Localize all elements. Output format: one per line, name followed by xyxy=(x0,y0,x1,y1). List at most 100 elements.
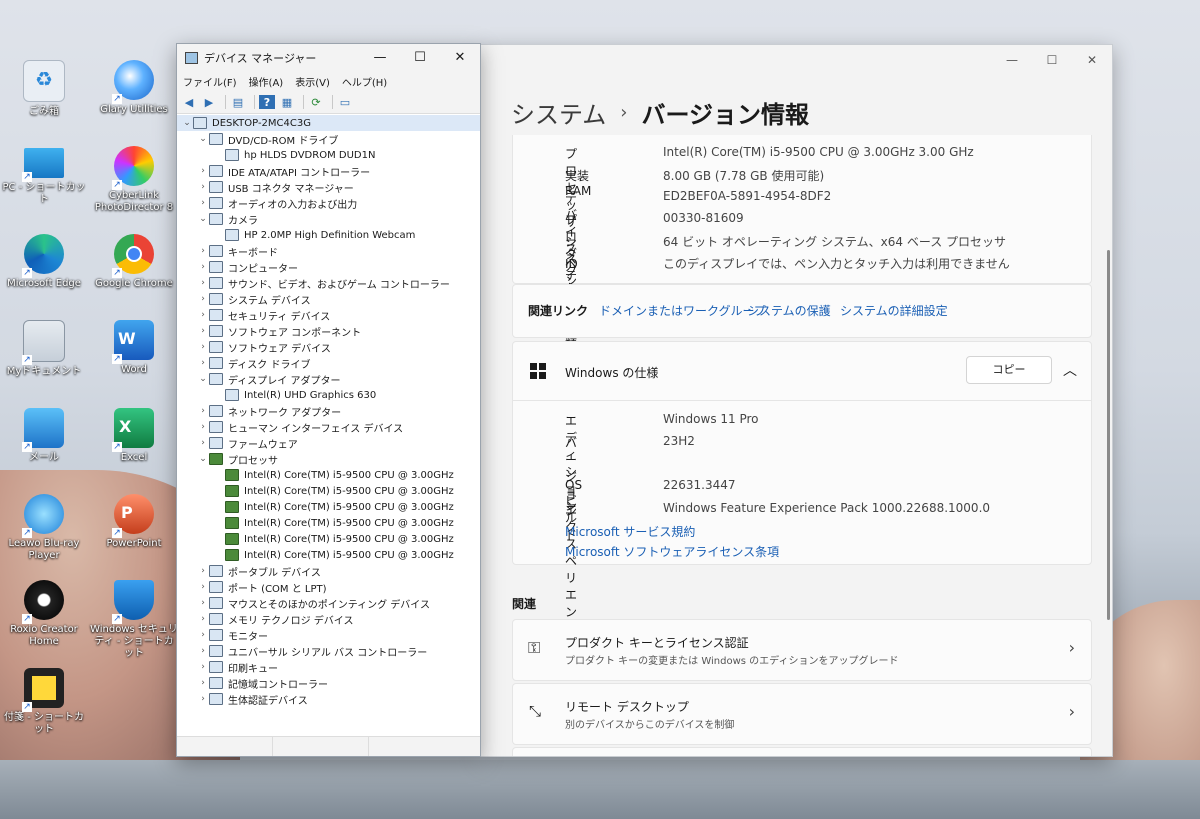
chevron-right-icon[interactable]: › xyxy=(197,582,209,592)
tree-device-node[interactable]: Intel(R) Core(TM) i5-9500 CPU @ 3.00GHz xyxy=(177,499,480,515)
tree-category-node[interactable]: ⌄ カメラ xyxy=(177,211,480,227)
chevron-right-icon[interactable]: › xyxy=(197,678,209,688)
menu-help[interactable]: ヘルプ(H) xyxy=(342,74,387,89)
related-item-remote-desktop[interactable]: ⤡ リモート デスクトップ 別のデバイスからこのデバイスを制御 › xyxy=(512,683,1092,745)
driver-icon[interactable]: ▦ xyxy=(279,95,295,109)
tree-category-node[interactable]: › ソフトウェア コンポーネント xyxy=(177,323,480,339)
chevron-down-icon[interactable]: ⌄ xyxy=(197,134,209,144)
tree-category-node[interactable]: › ディスク ドライブ xyxy=(177,355,480,371)
chevron-right-icon[interactable]: › xyxy=(197,614,209,624)
chevron-right-icon[interactable]: › xyxy=(197,198,209,208)
desktop-icon-roxio[interactable]: Roxio Creator Home xyxy=(0,580,88,648)
desktop-icon-word[interactable]: W Word xyxy=(90,320,178,376)
tree-category-node[interactable]: › セキュリティ デバイス xyxy=(177,307,480,323)
tree-device-node[interactable]: HP 2.0MP High Definition Webcam xyxy=(177,227,480,243)
menu-action[interactable]: 操作(A) xyxy=(249,74,284,89)
menu-file[interactable]: ファイル(F) xyxy=(183,74,237,89)
tree-category-node[interactable]: › マウスとそのほかのポインティング デバイス xyxy=(177,595,480,611)
chevron-right-icon[interactable]: › xyxy=(197,646,209,656)
breadcrumb-system[interactable]: システム xyxy=(511,95,606,130)
close-icon[interactable]: ✕ xyxy=(1072,45,1112,75)
tree-category-node[interactable]: › システム デバイス xyxy=(177,291,480,307)
link-service-agreement[interactable]: Microsoft サービス規約 xyxy=(565,523,695,540)
tree-category-node[interactable]: › ソフトウェア デバイス xyxy=(177,339,480,355)
tree-device-node[interactable]: Intel(R) Core(TM) i5-9500 CPU @ 3.00GHz xyxy=(177,467,480,483)
properties-icon[interactable]: ▤ xyxy=(230,95,246,109)
tree-category-node[interactable]: › ヒューマン インターフェイス デバイス xyxy=(177,419,480,435)
chevron-right-icon[interactable]: › xyxy=(197,294,209,304)
tree-root-node[interactable]: ⌄ DESKTOP-2MC4C3G xyxy=(177,115,480,131)
maximize-icon[interactable]: ☐ xyxy=(400,50,440,65)
scan-hardware-icon[interactable]: ⟳ xyxy=(308,95,324,109)
desktop-icon-photodirector[interactable]: CyberLink PhotoDirector 8 xyxy=(90,146,178,214)
copy-button[interactable]: コピー xyxy=(966,356,1052,384)
forward-arrow-icon[interactable]: ▶ xyxy=(201,95,217,109)
scrollbar-thumb[interactable] xyxy=(1107,250,1110,620)
chevron-down-icon[interactable]: ⌄ xyxy=(197,374,209,384)
tree-category-node[interactable]: › ファームウェア xyxy=(177,435,480,451)
chevron-right-icon[interactable]: › xyxy=(197,566,209,576)
chevron-down-icon[interactable]: ⌄ xyxy=(197,214,209,224)
tree-device-node[interactable]: Intel(R) UHD Graphics 630 xyxy=(177,387,480,403)
tree-category-node[interactable]: › 印刷キュー xyxy=(177,659,480,675)
tree-device-node[interactable]: Intel(R) Core(TM) i5-9500 CPU @ 3.00GHz xyxy=(177,547,480,563)
desktop-icon-edge[interactable]: Microsoft Edge xyxy=(0,234,88,290)
tree-device-node[interactable]: hp HLDS DVDROM DUD1N xyxy=(177,147,480,163)
tree-category-node[interactable]: ⌄ プロセッサ xyxy=(177,451,480,467)
chevron-right-icon[interactable]: › xyxy=(197,694,209,704)
monitor-icon[interactable]: ▭ xyxy=(337,95,353,109)
maximize-icon[interactable]: ☐ xyxy=(1032,45,1072,75)
desktop-icon-chrome[interactable]: Google Chrome xyxy=(90,234,178,290)
minimize-icon[interactable]: — xyxy=(360,50,400,65)
chevron-right-icon[interactable]: › xyxy=(197,358,209,368)
tree-device-node[interactable]: Intel(R) Core(TM) i5-9500 CPU @ 3.00GHz xyxy=(177,531,480,547)
tree-category-node[interactable]: › ポータブル デバイス xyxy=(177,563,480,579)
chevron-right-icon[interactable]: › xyxy=(197,326,209,336)
desktop-icon-pc[interactable]: PC - ショートカット xyxy=(0,148,88,206)
related-item-product-key[interactable]: ⚿ プロダクト キーとライセンス認証 プロダクト キーの変更または Window… xyxy=(512,619,1092,681)
minimize-icon[interactable]: — xyxy=(992,45,1032,75)
tree-category-node[interactable]: › オーディオの入力および出力 xyxy=(177,195,480,211)
link-license-terms[interactable]: Microsoft ソフトウェアライセンス条項 xyxy=(565,543,779,560)
chevron-right-icon[interactable]: › xyxy=(197,630,209,640)
chevron-down-icon[interactable]: ⌄ xyxy=(181,118,193,128)
tree-category-node[interactable]: › 記憶域コントローラー xyxy=(177,675,480,691)
tree-category-node[interactable]: › ポート (COM と LPT) xyxy=(177,579,480,595)
desktop-icon-mail[interactable]: メール xyxy=(0,408,88,464)
link-system-protection[interactable]: システムの保護 xyxy=(747,302,831,319)
desktop-icon-recycle-bin[interactable]: ♻ ごみ箱 xyxy=(0,60,88,118)
tree-category-node[interactable]: › メモリ テクノロジ デバイス xyxy=(177,611,480,627)
chevron-right-icon[interactable]: › xyxy=(197,278,209,288)
tree-category-node[interactable]: ⌄ DVD/CD-ROM ドライブ xyxy=(177,131,480,147)
link-domain-workgroup[interactable]: ドメインまたはワークグループ xyxy=(599,302,766,319)
desktop-icon-documents[interactable]: Myドキュメント xyxy=(0,320,88,378)
desktop-icon-glary[interactable]: Glary Utilities xyxy=(90,60,178,116)
desktop-icon-excel[interactable]: X Excel xyxy=(90,408,178,464)
device-manager-titlebar[interactable]: デバイス マネージャー — ☐ ✕ xyxy=(177,44,480,71)
chevron-right-icon[interactable]: › xyxy=(197,438,209,448)
close-icon[interactable]: ✕ xyxy=(440,50,480,65)
chevron-right-icon[interactable]: › xyxy=(197,422,209,432)
tree-category-node[interactable]: › ユニバーサル シリアル バス コントローラー xyxy=(177,643,480,659)
chevron-right-icon[interactable]: › xyxy=(197,406,209,416)
tree-category-node[interactable]: › ネットワーク アダプター xyxy=(177,403,480,419)
tree-category-node[interactable]: › コンピューター xyxy=(177,259,480,275)
back-arrow-icon[interactable]: ◀ xyxy=(181,95,197,109)
desktop-icon-powerpoint[interactable]: P PowerPoint xyxy=(90,494,178,550)
chevron-up-icon[interactable]: ︿ xyxy=(1063,360,1077,380)
chevron-right-icon[interactable]: › xyxy=(197,342,209,352)
tree-category-node[interactable]: › サウンド、ビデオ、およびゲーム コントローラー xyxy=(177,275,480,291)
tree-category-node[interactable]: › USB コネクタ マネージャー xyxy=(177,179,480,195)
desktop-icon-sticky-notes[interactable]: 付箋 - ショートカット xyxy=(0,668,88,736)
chevron-right-icon[interactable]: › xyxy=(197,182,209,192)
help-icon[interactable]: ? xyxy=(259,95,275,109)
chevron-right-icon[interactable]: › xyxy=(197,598,209,608)
link-advanced-system-settings[interactable]: システムの詳細設定 xyxy=(840,302,948,319)
menu-view[interactable]: 表示(V) xyxy=(295,74,330,89)
tree-category-node[interactable]: › モニター xyxy=(177,627,480,643)
tree-device-node[interactable]: Intel(R) Core(TM) i5-9500 CPU @ 3.00GHz xyxy=(177,515,480,531)
desktop-icon-security[interactable]: Windows セキュリティ - ショートカット xyxy=(90,580,178,660)
tree-category-node[interactable]: › IDE ATA/ATAPI コントローラー xyxy=(177,163,480,179)
tree-category-node[interactable]: › キーボード xyxy=(177,243,480,259)
windows-spec-header[interactable]: Windows の仕様 コピー ︿ xyxy=(513,342,1091,401)
